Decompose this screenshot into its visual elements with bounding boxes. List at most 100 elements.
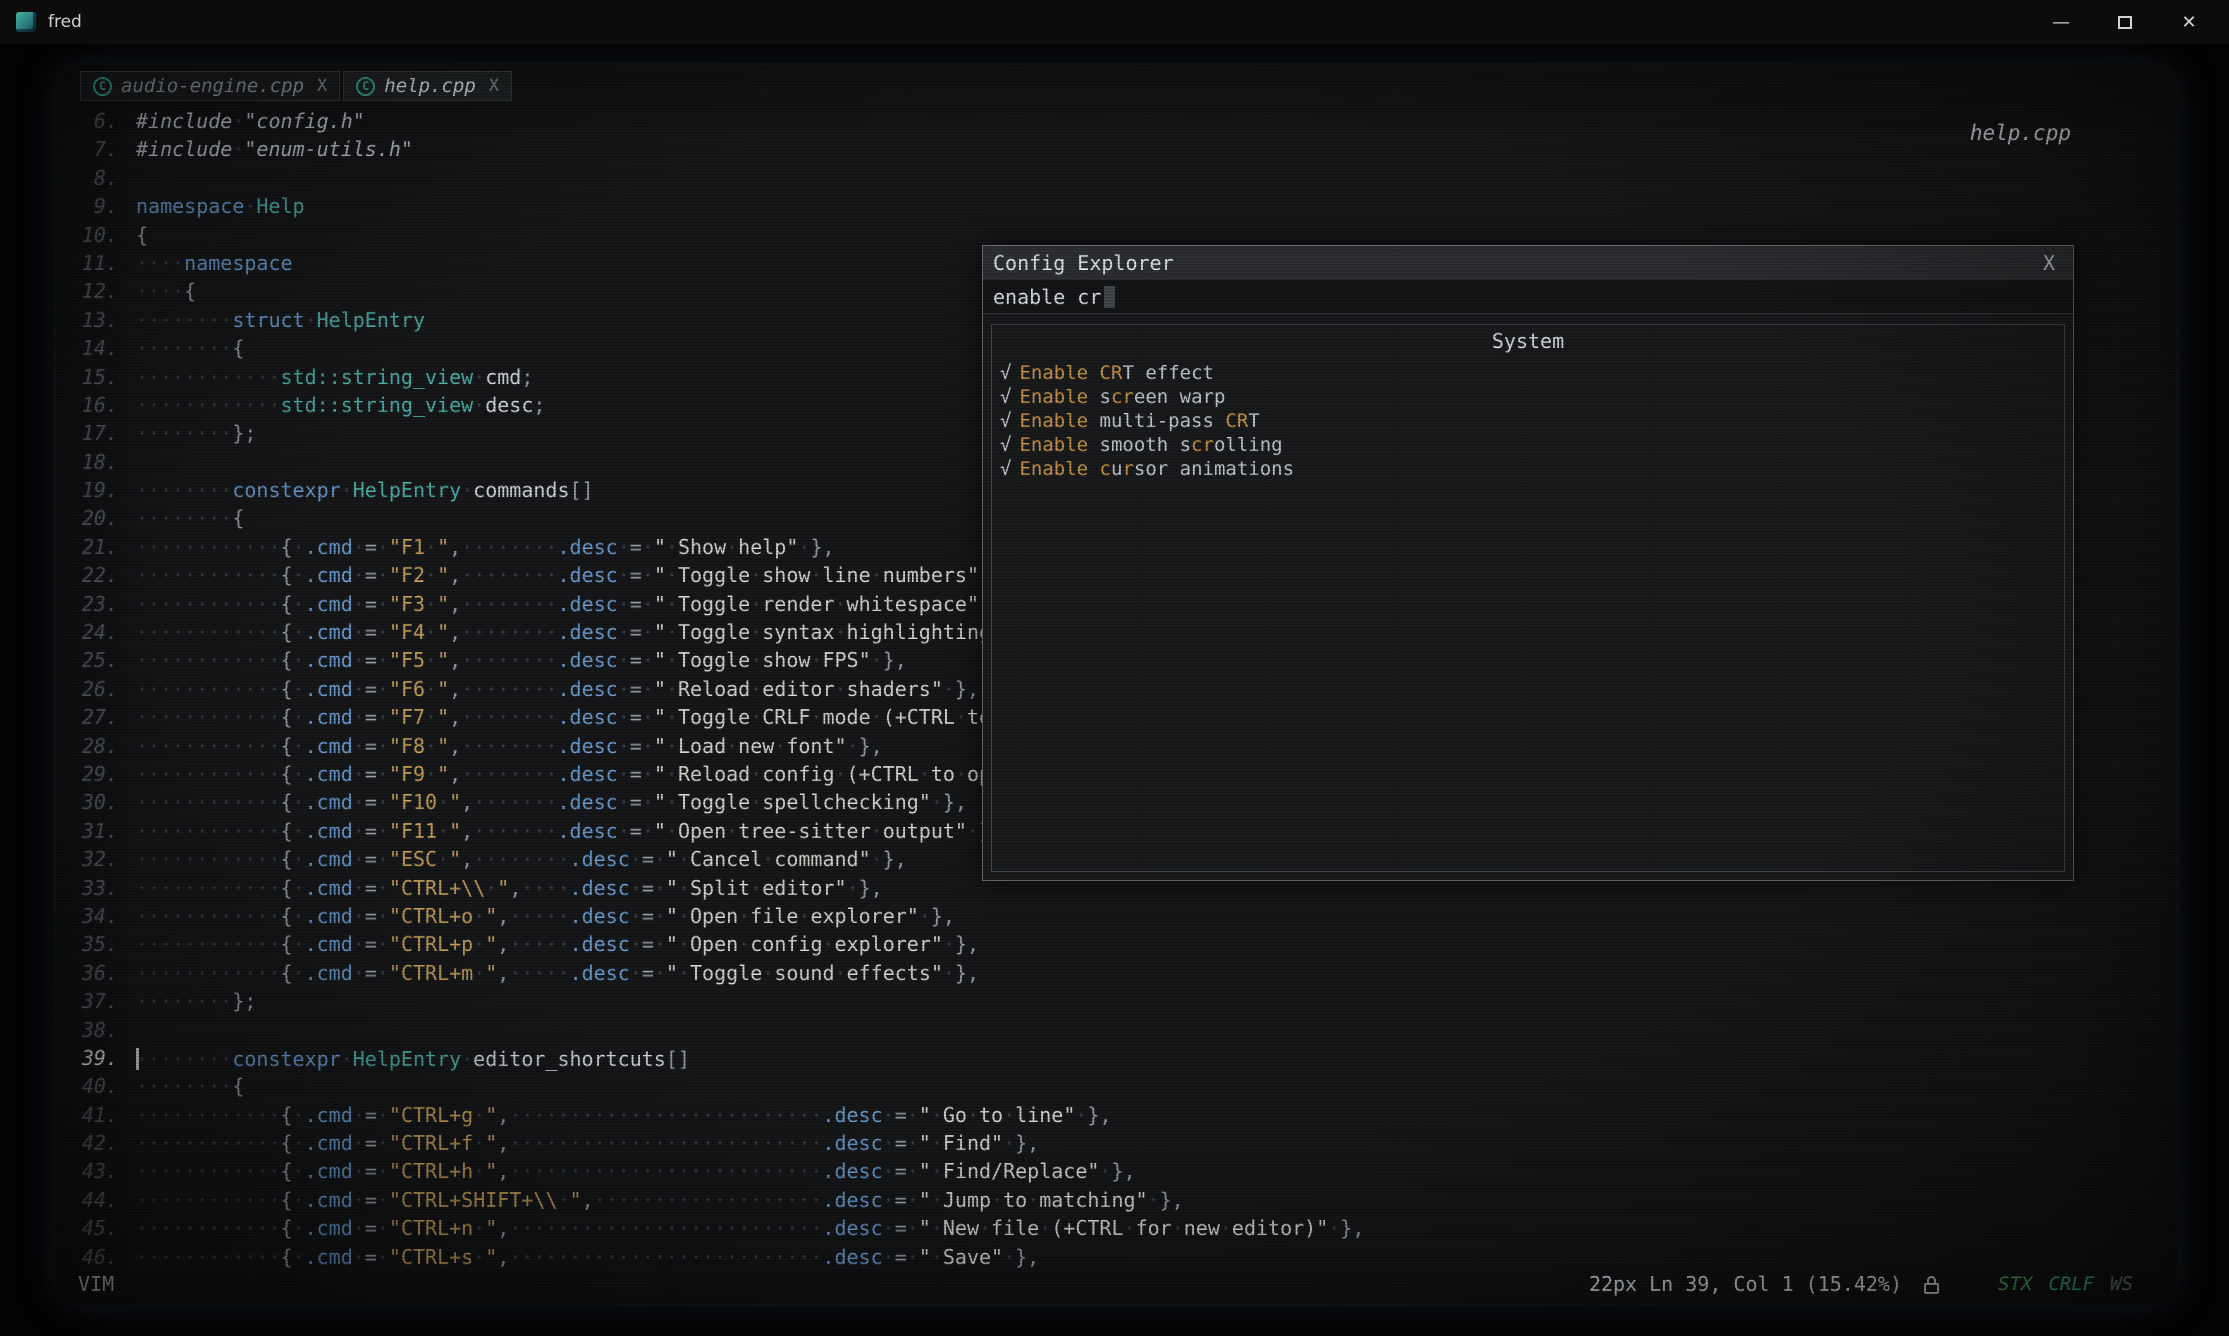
config-search-query: enable cr (993, 285, 1101, 309)
maximize-icon (2118, 16, 2132, 29)
tab-close-icon[interactable]: X (489, 76, 499, 96)
line-text: ············std::string_view·desc; (136, 391, 545, 419)
match-highlight: Enable (1019, 458, 1088, 480)
config-item[interactable]: √Enable screen warp (1000, 385, 2064, 409)
config-item[interactable]: √Enable smooth scrolling (1000, 433, 2064, 457)
code-line[interactable]: 35.············{·.cmd·=·"CTRL+p·",·····.… (54, 930, 2179, 958)
code-line[interactable]: 6.#include·"config.h" (54, 107, 2179, 135)
status-flags: STXCRLFWS (1998, 1273, 2133, 1295)
code-line[interactable]: 38. (54, 1016, 2179, 1044)
config-explorer-panel: Config Explorer X enable cr System √Enab… (982, 245, 2074, 881)
line-number: 26. (54, 675, 118, 703)
line-text: #include·"enum-utils.h" (136, 135, 413, 163)
line-number: 22. (54, 561, 118, 589)
line-text: ············{·.cmd·=·"CTRL+\\·",····.des… (136, 874, 883, 902)
line-number: 21. (54, 533, 118, 561)
line-text: ············{·.cmd·=·"F7·",········.desc… (136, 703, 1124, 731)
config-item[interactable]: √Enable CRT effect (1000, 361, 2064, 385)
line-number: 34. (54, 902, 118, 930)
config-explorer-title: Config Explorer (993, 251, 1174, 275)
config-explorer-close-button[interactable]: X (2035, 251, 2063, 275)
line-number: 12. (54, 277, 118, 305)
file-indicator: help.cpp (1970, 121, 2071, 145)
checkbox-checked-icon: √ (1000, 458, 1011, 480)
window-controls: — ✕ (2029, 0, 2221, 45)
code-line[interactable]: 34.············{·.cmd·=·"CTRL+o·",·····.… (54, 902, 2179, 930)
minimize-button[interactable]: — (2029, 0, 2093, 45)
match-highlight: Enable (1019, 386, 1088, 408)
code-line[interactable]: 44. ············{·.cmd·=·"CTRL+SHIFT+\\·"… (54, 1186, 2179, 1214)
match-highlight: CR (1100, 362, 1123, 384)
code-line[interactable]: 8. (54, 164, 2179, 192)
line-text: ········}; (136, 987, 256, 1015)
code-line[interactable]: 39.········constexpr·HelpEntry·editor_sh… (54, 1044, 2179, 1072)
config-section-header: System (992, 329, 2064, 353)
line-number: 20. (54, 504, 118, 532)
line-number: 41. (54, 1101, 118, 1129)
line-number: 32. (54, 845, 118, 873)
tab-help.cpp[interactable]: Chelp.cppX (343, 71, 512, 101)
config-explorer-titlebar[interactable]: Config Explorer X (983, 246, 2073, 280)
match-highlight: r (1122, 458, 1133, 480)
item-text: olling (1214, 434, 1283, 456)
config-item[interactable]: √ Enable cursor animations (1000, 457, 2064, 481)
line-text: ············{·.cmd·=·"CTRL+m·",·····.des… (136, 959, 979, 987)
tab-close-icon[interactable]: X (317, 76, 327, 96)
item-text: u (1111, 458, 1122, 480)
line-number: 37. (54, 987, 118, 1015)
line-text: ············{·.cmd·=·"ESC·",········.des… (136, 845, 907, 873)
code-line[interactable]: 7.#include·"enum-utils.h" (54, 135, 2179, 163)
status-flag-ws: WS (2110, 1273, 2133, 1295)
line-number: 9. (54, 192, 118, 220)
code-line[interactable]: 42.············{·.cmd·=·"CTRL+f·",······… (54, 1129, 2179, 1157)
line-number: 44. (54, 1186, 118, 1214)
checkbox-checked-icon: √ (1000, 410, 1011, 432)
checkbox-checked-icon: √ (1000, 386, 1011, 408)
code-line[interactable]: 40.········{ (54, 1072, 2179, 1100)
code-line[interactable]: 43.············{·.cmd·=·"CTRL+h·",······… (54, 1157, 2179, 1185)
tab-audio-engine.cpp[interactable]: Caudio-engine.cppX (80, 71, 340, 101)
line-text: ········{ (136, 334, 244, 362)
config-list-box: System √Enable CRT effect√Enable screen … (991, 324, 2065, 872)
match-highlight: c (1100, 458, 1111, 480)
line-text: namespace·Help (136, 192, 305, 220)
config-item[interactable]: √Enable multi-pass CRT (1000, 409, 2064, 433)
item-text: T effect (1122, 362, 1214, 384)
line-number: 39. (54, 1044, 118, 1072)
line-number: 36. (54, 959, 118, 987)
line-number: 43. (54, 1157, 118, 1185)
line-number: 13. (54, 306, 118, 334)
item-text: sor animations (1134, 458, 1294, 480)
line-number: 38. (54, 1016, 118, 1044)
line-text: ········{ (136, 504, 244, 532)
app-icon (16, 12, 36, 32)
item-text: T (1248, 410, 1259, 432)
item-text: multi-pass (1088, 410, 1225, 432)
close-button[interactable]: ✕ (2157, 0, 2221, 45)
config-search-input[interactable]: enable cr (983, 280, 2073, 314)
config-items: √Enable CRT effect√Enable screen warp√En… (992, 361, 2064, 481)
line-text: ············{·.cmd·=·"F4·",········.desc… (136, 618, 1039, 646)
maximize-button[interactable] (2093, 0, 2157, 45)
code-line[interactable]: 37. ········}; (54, 987, 2179, 1015)
line-number: 40. (54, 1072, 118, 1100)
cpp-file-icon: C (93, 77, 112, 96)
line-text: ············{·.cmd·=·"F5·",········.desc… (136, 646, 907, 674)
code-line[interactable]: 45.············{·.cmd·=·"CTRL+n·",······… (54, 1214, 2179, 1242)
line-text: ············{·.cmd·=·"F2·",········.desc… (136, 561, 1015, 589)
line-number: 18. (54, 448, 118, 476)
line-number: 35. (54, 930, 118, 958)
line-text: ············{·.cmd·=·"CTRL+SHIFT+\\·",··… (136, 1186, 1184, 1214)
code-line[interactable]: 36. ············{·.cmd·=·"CTRL+m·",·····.… (54, 959, 2179, 987)
line-number: 24. (54, 618, 118, 646)
item-text (1088, 458, 1099, 480)
code-line[interactable]: 41. ············{·.cmd·=·"CTRL+g·",······… (54, 1101, 2179, 1129)
line-number: 25. (54, 646, 118, 674)
line-number: 10. (54, 221, 118, 249)
line-text: ············{·.cmd·=·"F10·",·······.desc… (136, 788, 967, 816)
line-text: ············{·.cmd·=·"CTRL+g·",·········… (136, 1101, 1112, 1129)
item-text: smooth s (1088, 434, 1191, 456)
search-caret (1104, 286, 1115, 308)
line-number: 28. (54, 732, 118, 760)
code-line[interactable]: 9. namespace·Help (54, 192, 2179, 220)
